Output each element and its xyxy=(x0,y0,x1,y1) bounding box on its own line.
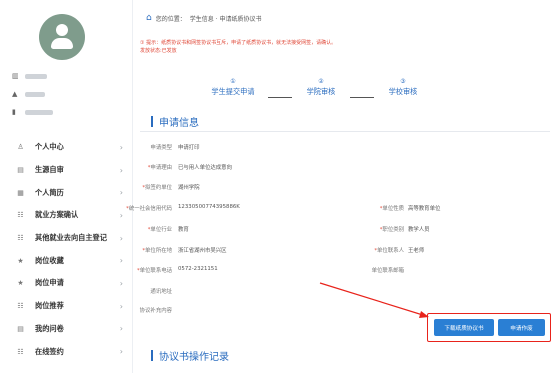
cancel-application-button[interactable]: 申请作废 xyxy=(498,319,545,336)
profile-row-major: ▮ xyxy=(12,107,53,117)
resume-icon: ▤ xyxy=(17,166,24,175)
graduation-cap-icon: ▲ xyxy=(12,89,18,98)
section-accent-bar xyxy=(151,350,153,361)
list-icon: ☷ xyxy=(17,302,24,311)
star-icon: ★ xyxy=(17,279,24,288)
chevron-right-icon: › xyxy=(119,142,123,152)
redacted-text xyxy=(25,91,45,97)
sidebar-item-label: 我的问卷 xyxy=(35,323,64,333)
class-icon: ▥ xyxy=(12,71,19,80)
chevron-right-icon: › xyxy=(119,347,123,357)
sidebar-item-label: 个人中心 xyxy=(35,142,64,152)
download-paper-agreement-button[interactable]: 下载纸质协议书 xyxy=(434,319,494,336)
sidebar-item-label: 岗位申请 xyxy=(35,278,64,288)
chevron-right-icon: › xyxy=(119,256,123,266)
redacted-text xyxy=(25,73,47,79)
sidebar-item-label: 在线签约 xyxy=(35,346,64,356)
chevron-right-icon: › xyxy=(119,278,123,288)
sidebar-item[interactable]: ☷ 岗位推荐 › xyxy=(0,295,133,318)
sidebar-item[interactable]: ★ 岗位收藏 › xyxy=(0,249,133,272)
section-title-text: 协议书操作记录 xyxy=(159,352,229,363)
avatar[interactable] xyxy=(39,14,85,60)
profile-row-class: ▥ xyxy=(12,71,47,81)
sidebar-item[interactable]: ▤ 生源自审 › xyxy=(0,159,133,182)
sidebar-item[interactable]: ♙ 个人中心 › xyxy=(0,136,133,159)
chevron-right-icon: › xyxy=(119,210,123,220)
sidebar-item-label: 就业方案确认 xyxy=(35,210,79,220)
star-icon: ★ xyxy=(17,256,24,265)
chevron-right-icon: › xyxy=(119,188,123,198)
chevron-right-icon: › xyxy=(119,165,123,175)
sidebar: ▥ ▲ ▮ ♙ 个人中心 › ▤ 生源自审 › ▦ 个人简历 › ☷ 就业方案确… xyxy=(0,0,133,373)
chevron-right-icon: › xyxy=(119,301,123,311)
main-content: ⌂ 您的位置： 学生信息 · 申请纸质协议书 ① 提示：纸质协议书和网签协议书互… xyxy=(126,0,553,373)
sidebar-item[interactable]: ☷ 就业方案确认 › xyxy=(0,204,133,227)
sidebar-item-label: 岗位推荐 xyxy=(35,301,64,311)
sidebar-item[interactable]: ☷ 在线签约 › xyxy=(0,340,133,363)
sidebar-menu: ♙ 个人中心 › ▤ 生源自审 › ▦ 个人简历 › ☷ 就业方案确认 › ☷ xyxy=(0,136,133,363)
sidebar-item[interactable]: ▤ 我的问卷 › xyxy=(0,318,133,341)
sidebar-item[interactable]: ★ 岗位申请 › xyxy=(0,272,133,295)
list-icon: ☷ xyxy=(17,347,24,356)
sidebar-item-label: 生源自审 xyxy=(35,165,64,175)
avatar-body-icon xyxy=(51,38,73,49)
list-icon: ☷ xyxy=(17,234,24,243)
user-icon: ♙ xyxy=(17,143,24,152)
chevron-right-icon: › xyxy=(119,233,123,243)
sidebar-item-label: 其他就业去向自主登记 xyxy=(35,233,107,243)
section-title-records: 协议书操作记录 xyxy=(151,348,229,363)
sidebar-item-label: 岗位收藏 xyxy=(35,255,64,265)
page: ▥ ▲ ▮ ♙ 个人中心 › ▤ 生源自审 › ▦ 个人简历 › ☷ 就业方案确… xyxy=(0,0,553,373)
sidebar-item[interactable]: ☷ 其他就业去向自主登记 › xyxy=(0,227,133,250)
sidebar-item-label: 个人简历 xyxy=(35,187,64,197)
sidebar-item[interactable]: ▦ 个人简历 › xyxy=(0,181,133,204)
chart-icon: ▮ xyxy=(12,107,16,116)
avatar-head-icon xyxy=(56,24,68,36)
list-icon: ☷ xyxy=(17,211,24,220)
chevron-right-icon: › xyxy=(119,324,123,334)
redacted-text xyxy=(25,109,53,115)
document-icon: ▦ xyxy=(17,188,24,197)
profile-row-school: ▲ xyxy=(12,89,45,99)
doc-icon: ▤ xyxy=(17,324,24,333)
